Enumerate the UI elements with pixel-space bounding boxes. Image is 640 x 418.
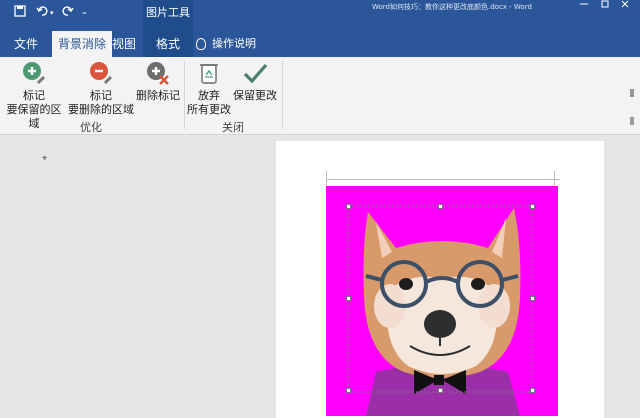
keep-line1: 标记 [23, 89, 45, 102]
tab-format[interactable]: 格式 [143, 31, 193, 57]
resize-handle-right[interactable] [530, 296, 535, 301]
ribbon-scroll-marker [630, 117, 634, 125]
document-workspace[interactable]: ⌖ [0, 136, 640, 418]
picture-tools-context-label: 图片工具 [143, 0, 193, 31]
dog-picture-background-removal[interactable] [326, 186, 558, 416]
keep-changes-label: 保留更改 [233, 89, 277, 102]
ribbon: 标记 要保留的区域 标记 要删除的区域 删除标记 优化 放弃 所有更改 保留更改… [0, 57, 640, 135]
mark-areas-to-remove-button[interactable]: 标记 要删除的区域 [68, 59, 134, 117]
maximize-icon[interactable] [600, 0, 610, 11]
shiba-dog-with-glasses-image [347, 205, 533, 416]
resize-handle-bottom[interactable] [438, 388, 443, 393]
document-title: Word如何技巧：教你这种更改底颜色.docx - Word [372, 3, 532, 11]
resize-handle-top-right[interactable] [530, 204, 535, 209]
resize-handle-left[interactable] [346, 296, 351, 301]
tab-background-removal[interactable]: 背景消除 [52, 31, 113, 57]
resize-handle-bottom-left[interactable] [346, 388, 351, 393]
delete-mark-button[interactable]: 删除标记 [136, 59, 180, 103]
remove-line2: 要删除的区域 [68, 103, 134, 116]
ribbon-tab-bar: 文件 背景消除 视图 格式 操作说明 [0, 31, 640, 57]
save-icon[interactable] [14, 5, 26, 20]
minus-marker-icon [90, 62, 113, 85]
resize-handle-top-left[interactable] [346, 204, 351, 209]
document-page[interactable] [276, 141, 604, 418]
minimize-icon[interactable] [578, 0, 590, 11]
keep-line2: 要保留的区域 [6, 103, 62, 130]
tab-view[interactable]: 视图 [106, 31, 142, 57]
crop-guide-line [326, 179, 560, 180]
tell-me-box[interactable]: 操作说明 [196, 31, 256, 57]
discard-all-changes-button[interactable]: 放弃 所有更改 [186, 59, 232, 117]
close-icon[interactable] [620, 0, 630, 11]
tell-me-label: 操作说明 [212, 37, 256, 50]
resize-handle-bottom-right[interactable] [530, 388, 535, 393]
checkmark-icon [243, 63, 268, 84]
plus-marker-icon [23, 62, 46, 85]
keep-changes-button[interactable]: 保留更改 [232, 59, 278, 103]
tab-file[interactable]: 文件 [8, 31, 44, 57]
title-bar: ▾ ₌ 图片工具 Word如何技巧：教你这种更改底颜色.docx - Word [0, 0, 640, 31]
delete-mark-label: 删除标记 [136, 89, 180, 102]
crop-guide-line [554, 171, 555, 185]
customize-toolbar-icon[interactable]: ₌ [82, 8, 87, 18]
undo-dropdown-icon[interactable]: ▾ [50, 9, 54, 17]
lightbulb-icon [196, 38, 206, 50]
crop-guide-line [326, 171, 327, 185]
discard-line1: 放弃 [198, 89, 220, 102]
group-separator [282, 61, 283, 129]
mark-areas-to-keep-button[interactable]: 标记 要保留的区域 [2, 59, 66, 131]
group-label-close: 关闭 [222, 121, 244, 134]
group-label-refine: 优化 [80, 121, 102, 134]
ribbon-scroll-marker [630, 89, 634, 97]
remove-line1: 标记 [90, 89, 112, 102]
group-separator [184, 61, 185, 129]
resize-handle-top[interactable] [438, 204, 443, 209]
redo-icon[interactable] [60, 5, 74, 20]
delete-mark-icon [147, 62, 169, 85]
cursor-anchor-icon: ⌖ [42, 154, 48, 164]
discard-line2: 所有更改 [187, 103, 231, 116]
recycle-bin-icon [200, 64, 218, 84]
